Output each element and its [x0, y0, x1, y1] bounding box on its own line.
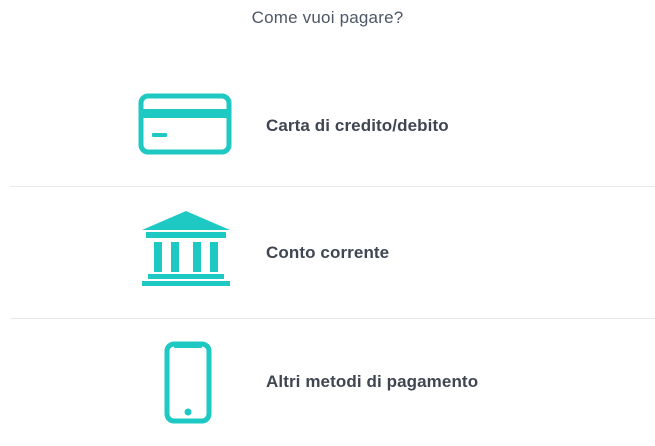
credit-card-icon [138, 93, 232, 155]
payment-option-card[interactable]: Carta di credito/debito [10, 66, 655, 184]
payment-option-other-label: Altri metodi di pagamento [266, 372, 479, 391]
bank-icon [142, 211, 230, 286]
payment-question: Come vuoi pagare? [251, 8, 404, 27]
divider [10, 186, 655, 187]
payment-option-other[interactable]: Altri metodi di pagamento [10, 324, 655, 442]
payment-option-card-label: Carta di credito/debito [266, 116, 449, 135]
divider [10, 318, 655, 319]
payment-option-bank[interactable]: Conto corrente [10, 190, 655, 308]
smartphone-icon [164, 341, 212, 424]
payment-option-bank-label: Conto corrente [266, 243, 390, 262]
